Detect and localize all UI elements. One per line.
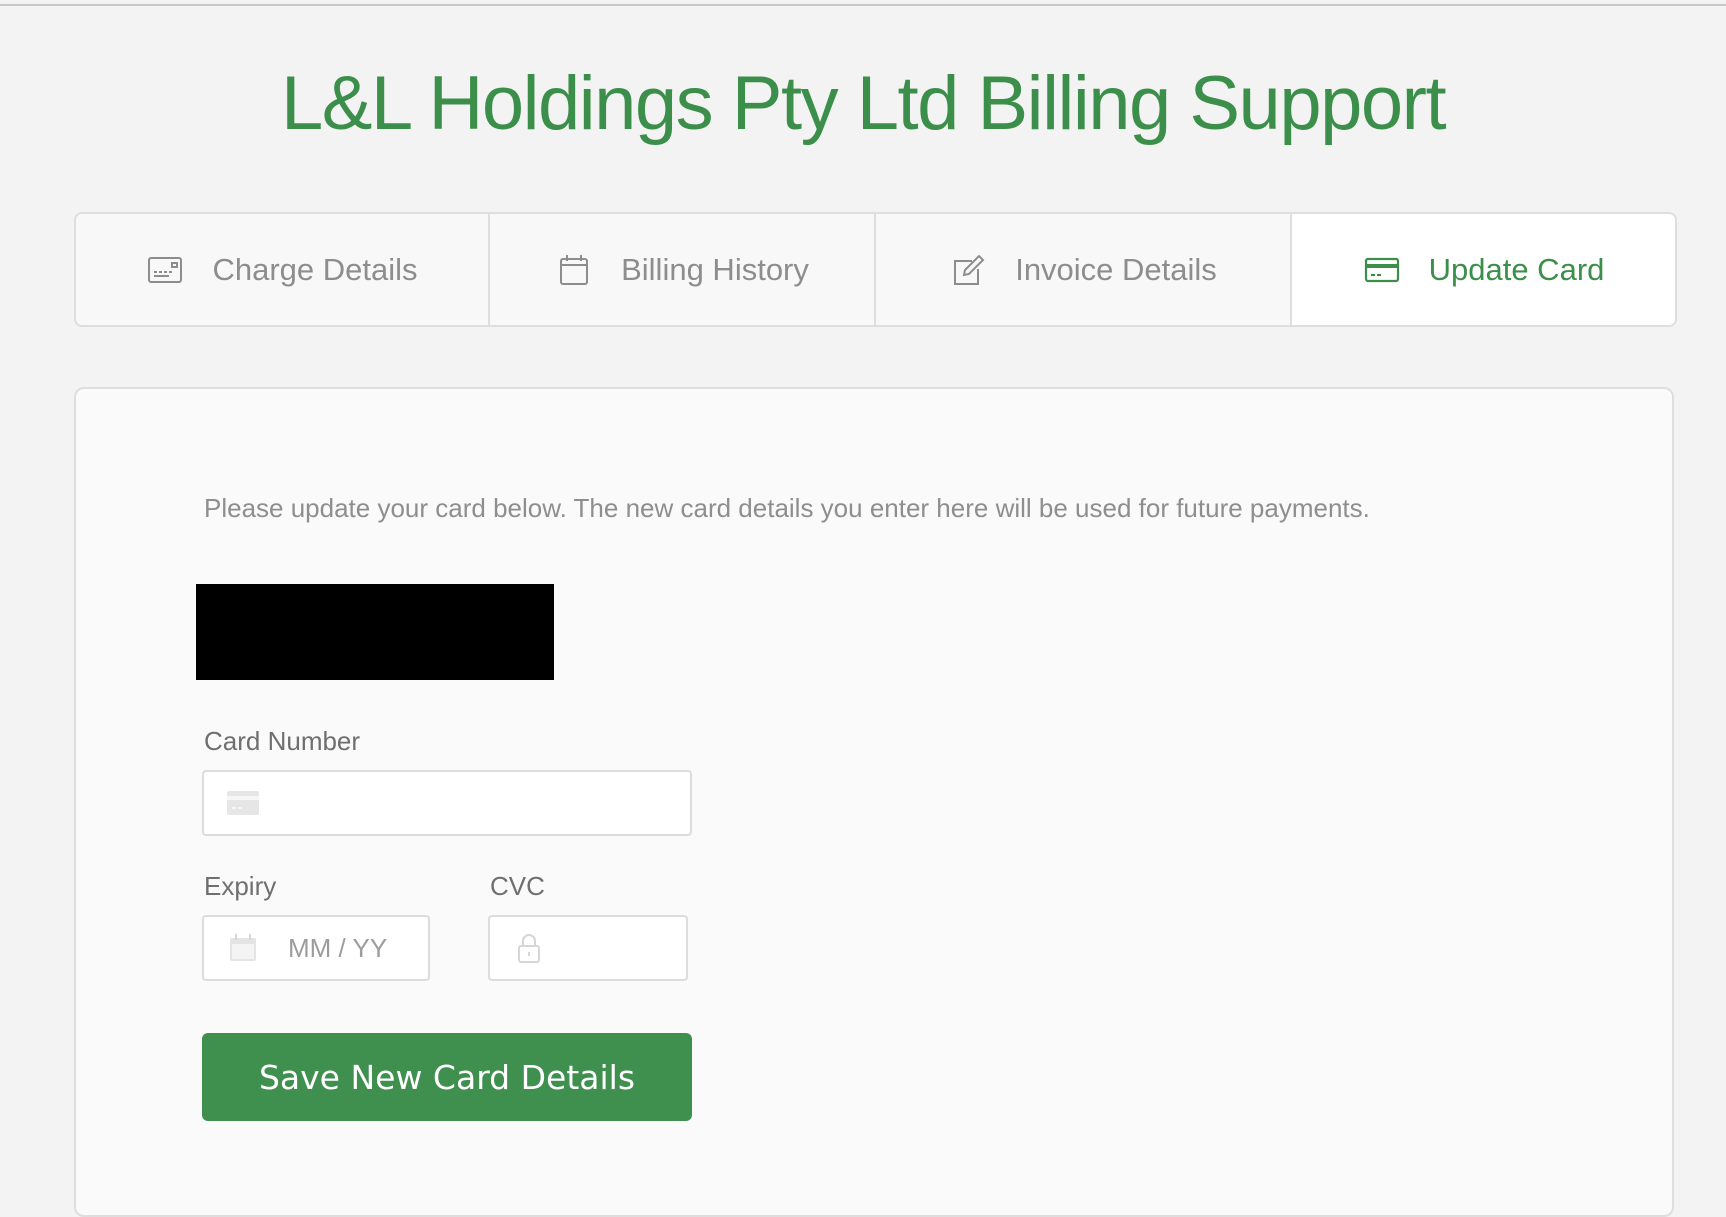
tab-charge-details[interactable]: Charge Details	[76, 214, 490, 325]
expiry-input[interactable]	[288, 932, 408, 964]
card-number-label: Card Number	[204, 726, 361, 756]
top-divider	[0, 4, 1726, 6]
tab-invoice-details[interactable]: Invoice Details	[876, 214, 1292, 325]
tab-label: Charge Details	[212, 251, 418, 287]
calendar-icon	[555, 253, 593, 287]
edit-icon	[949, 253, 987, 287]
expiry-label: Expiry	[204, 871, 277, 901]
tab-billing-history[interactable]: Billing History	[490, 214, 876, 325]
expiry-field[interactable]	[202, 915, 430, 981]
tab-update-card[interactable]: Update Card	[1292, 214, 1675, 325]
credit-card-icon	[226, 788, 260, 818]
cvc-label: CVC	[490, 871, 545, 901]
credit-card-icon	[1363, 253, 1401, 287]
tab-label: Invoice Details	[1015, 251, 1217, 287]
tab-label: Billing History	[621, 251, 809, 287]
page-title: L&L Holdings Pty Ltd Billing Support	[280, 61, 1447, 146]
tab-bar: Charge Details Billing History Invoice D…	[74, 212, 1677, 327]
intro-text: Please update your card below. The new c…	[204, 493, 1370, 523]
update-card-panel: Please update your card below. The new c…	[74, 387, 1674, 1217]
cvc-field[interactable]	[488, 915, 688, 981]
redacted-block	[196, 584, 554, 680]
tab-label: Update Card	[1428, 251, 1605, 287]
card-number-input[interactable]	[286, 787, 627, 819]
save-card-button[interactable]: Save New Card Details	[202, 1033, 692, 1121]
charge-card-icon	[146, 253, 184, 287]
calendar-icon	[226, 933, 260, 963]
card-number-field[interactable]	[202, 770, 692, 836]
lock-icon	[512, 933, 546, 963]
cvc-input[interactable]	[572, 932, 672, 964]
